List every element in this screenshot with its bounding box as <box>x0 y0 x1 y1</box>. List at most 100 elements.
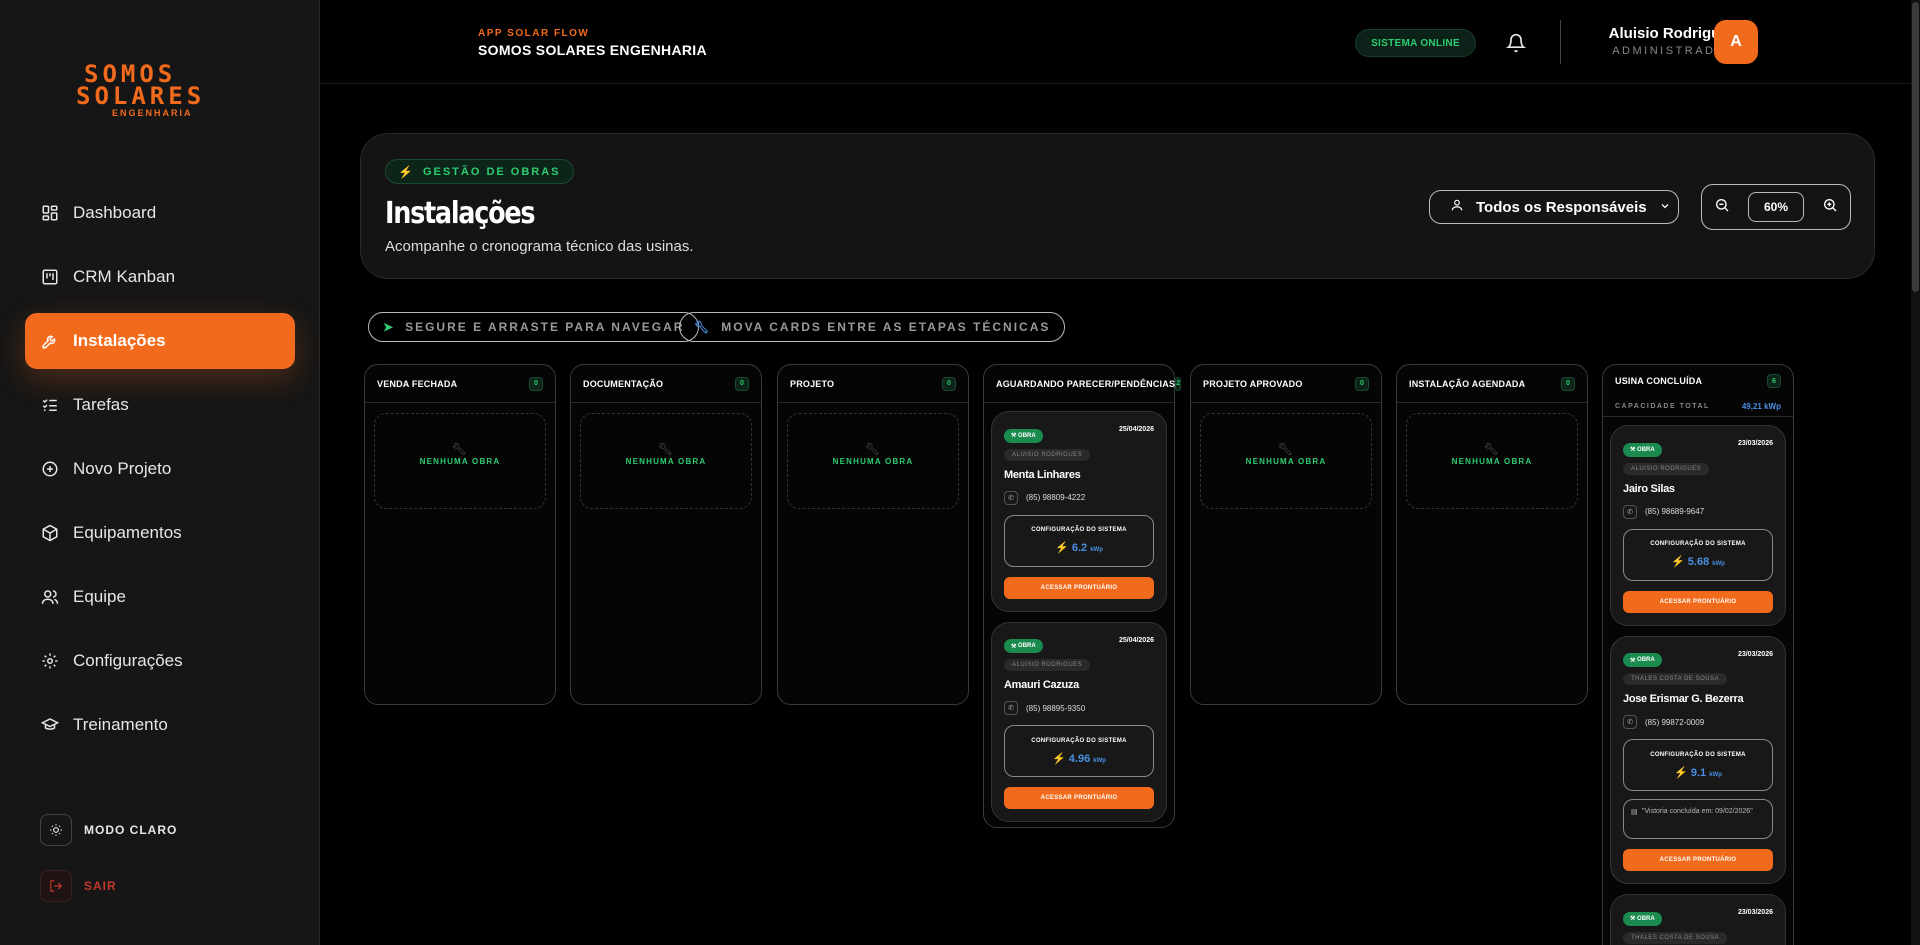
sidebar-item-novo-projeto[interactable]: Novo Projeto <box>25 441 295 497</box>
power-unit: kWp <box>1709 771 1722 778</box>
zoom-in-icon[interactable] <box>1822 197 1838 218</box>
responsible-filter-value: Todos os Responsáveis <box>1476 198 1647 216</box>
page-scrollbar[interactable] <box>1911 0 1920 945</box>
theme-toggle-button[interactable]: MODO CLARO <box>40 814 177 846</box>
power-unit: kWp <box>1093 757 1106 764</box>
system-power: ⚡ 5.68 kWp <box>1671 556 1725 568</box>
card-date: 23/03/2026 <box>1737 909 1773 916</box>
zoom-out-icon[interactable] <box>1714 197 1730 218</box>
phone-number: (85) 98689-9647 <box>1645 507 1705 516</box>
column-header: DOCUMENTAÇÃO 0 <box>571 365 761 403</box>
obra-tag-label: OBRA <box>1637 446 1655 453</box>
empty-state: 🔧︎ NENHUMA OBRA <box>374 413 546 509</box>
column-count: 0 <box>1355 376 1369 391</box>
kanban-column-aguardando[interactable]: AGUARDANDO PARECER/PENDÊNCIAS 2 ⚒ OBRA 2… <box>983 364 1182 828</box>
wrench-icon <box>41 332 59 350</box>
move-hint-label: MOVA CARDS ENTRE AS ETAPAS TÉCNICAS <box>721 320 1051 334</box>
system-config-box: CONFIGURAÇÃO DO SISTEMA ⚡ 5.68 kWp <box>1623 528 1773 581</box>
scrollbar-thumb[interactable] <box>1912 2 1919 292</box>
avatar[interactable]: A <box>1714 20 1758 64</box>
header-divider <box>1560 20 1561 64</box>
plus-circle-icon <box>41 460 59 478</box>
drag-hint-pill: ➤ SEGURE E ARRASTE PARA NAVEGAR <box>368 312 700 342</box>
project-card[interactable]: ⚒ OBRA 23/03/2026 THALES COSTA DE SOUSA <box>1610 894 1786 945</box>
system-config-label: CONFIGURAÇÃO DO SISTEMA <box>1031 737 1127 744</box>
empty-state: 🔧︎ NENHUMA OBRA <box>580 413 752 509</box>
kanban-column-projeto-aprovado[interactable]: PROJETO APROVADO 0 🔧︎ NENHUMA OBRA <box>1190 364 1382 705</box>
client-phone: ✆ (85) 98809-4222 <box>1004 490 1154 505</box>
sidebar: SOMOS SOLARES ENGENHARIA Dashboard CRM K… <box>0 0 320 945</box>
system-config-label: CONFIGURAÇÃO DO SISTEMA <box>1650 751 1746 758</box>
user-icon <box>1450 198 1464 216</box>
client-name: Jairo Silas <box>1623 482 1675 495</box>
column-header: PROJETO APROVADO 0 <box>1191 365 1381 403</box>
phone-number: (85) 98895-9350 <box>1026 703 1086 713</box>
column-title: DOCUMENTAÇÃO <box>583 378 664 389</box>
empty-state: 🔧︎ NENHUMA OBRA <box>787 413 959 509</box>
open-record-button[interactable]: ACESSAR PRONTUÁRIO <box>1004 787 1154 809</box>
obra-tag: ⚒ OBRA <box>1004 639 1043 653</box>
sidebar-item-configuracoes[interactable]: Configurações <box>25 633 295 689</box>
kanban-column-instalacao-agendada[interactable]: INSTALAÇÃO AGENDADA 0 🔧︎ NENHUMA OBRA <box>1396 364 1588 705</box>
open-record-button[interactable]: ACESSAR PRONTUÁRIO <box>1623 849 1773 871</box>
sidebar-item-equipamentos[interactable]: Equipamentos <box>25 505 295 561</box>
obra-tag-label: OBRA <box>1018 432 1036 439</box>
phone-icon: ✆ <box>1004 490 1018 505</box>
sidebar-item-tarefas[interactable]: Tarefas <box>25 377 295 433</box>
column-header: USINA CONCLUÍDA 6 <box>1603 365 1793 397</box>
power-value: 9.1 <box>1690 766 1707 779</box>
wrench-icon: 🔧︎ <box>864 442 882 456</box>
sun-icon <box>40 814 72 846</box>
responsible-filter-select[interactable]: Todos os Responsáveis <box>1429 190 1679 224</box>
app-root: SOMOS SOLARES ENGENHARIA Dashboard CRM K… <box>0 0 1920 945</box>
client-phone: ✆ (85) 98689-9647 <box>1623 504 1773 519</box>
company-logo[interactable]: SOMOS SOLARES ENGENHARIA <box>76 62 244 118</box>
column-header: AGUARDANDO PARECER/PENDÊNCIAS 2 <box>984 365 1182 403</box>
client-phone: ✆ (85) 99872-0009 <box>1623 715 1773 729</box>
sidebar-item-dashboard[interactable]: Dashboard <box>25 185 295 241</box>
wrench-icon: 🔧︎ <box>1277 442 1295 456</box>
column-title: INSTALAÇÃO AGENDADA <box>1409 378 1526 389</box>
column-count: 2 <box>1175 376 1182 391</box>
app-subtitle: APP SOLAR FLOW <box>478 28 590 39</box>
sidebar-item-label: Treinamento <box>73 715 168 734</box>
sidebar-item-instalacoes[interactable]: Instalações <box>25 313 295 369</box>
move-hint-pill: 🔧︎ MOVA CARDS ENTRE AS ETAPAS TÉCNICAS <box>679 312 1066 342</box>
sidebar-item-crm-kanban[interactable]: CRM Kanban <box>25 249 295 305</box>
power-unit: kWp <box>1090 547 1103 553</box>
card-date: 23/03/2026 <box>1737 440 1773 447</box>
column-count: 0 <box>735 376 749 391</box>
power-value: 5.68 <box>1687 556 1710 568</box>
zoom-control: 60% <box>1701 184 1851 230</box>
sidebar-item-treinamento[interactable]: Treinamento <box>25 697 295 753</box>
phone-number: (85) 99872-0009 <box>1645 717 1705 727</box>
project-card[interactable]: ⚒ OBRA 25/04/2026 ALUISIO RODRIGUES Ment… <box>991 411 1167 612</box>
logout-icon <box>40 870 72 902</box>
bell-icon[interactable] <box>1505 32 1527 54</box>
empty-label: NENHUMA OBRA <box>419 456 501 466</box>
sidebar-item-label: Equipamentos <box>73 523 182 542</box>
sidebar-item-equipe[interactable]: Equipe <box>25 569 295 625</box>
inspection-note-text: "Vistoria concluída em: 09/02/2026" <box>1642 808 1753 815</box>
users-icon <box>41 588 59 606</box>
kanban-column-usina-concluida[interactable]: USINA CONCLUÍDA 6 CAPACIDADE TOTAL 49,21… <box>1602 364 1794 945</box>
bolt-icon: ⚡ <box>398 164 415 179</box>
kanban-column-venda-fechada[interactable]: VENDA FECHADA 0 🔧︎ NENHUMA OBRA <box>364 364 556 705</box>
system-config-box: CONFIGURAÇÃO DO SISTEMA ⚡ 9.1 kWp <box>1623 739 1773 791</box>
phone-icon: ✆ <box>1623 715 1637 729</box>
sidebar-item-label: Novo Projeto <box>73 459 172 478</box>
logout-button[interactable]: SAIR <box>40 870 117 902</box>
project-card[interactable]: ⚒ OBRA 25/04/2026 ALUISIO RODRIGUES Amau… <box>991 621 1167 822</box>
sidebar-item-label: Equipe <box>73 587 126 606</box>
kanban-column-projeto[interactable]: PROJETO 0 🔧︎ NENHUMA OBRA <box>777 364 969 705</box>
open-record-button[interactable]: ACESSAR PRONTUÁRIO <box>1623 590 1773 613</box>
page-header-card: ⚡ GESTÃO DE OBRAS Instalações Acompanhe … <box>360 133 1875 279</box>
sidebar-nav: Dashboard CRM Kanban Instalações Tarefas… <box>25 185 295 761</box>
column-count: 0 <box>942 376 956 391</box>
kanban-column-documentacao[interactable]: DOCUMENTAÇÃO 0 🔧︎ NENHUMA OBRA <box>570 364 762 705</box>
open-record-button[interactable]: ACESSAR PRONTUÁRIO <box>1004 576 1154 599</box>
project-card[interactable]: ⚒ OBRA 23/03/2026 ALUISIO RODRIGUES Jair… <box>1610 425 1786 626</box>
phone-number: (85) 98809-4222 <box>1026 493 1086 502</box>
power-unit: kWp <box>1712 561 1725 567</box>
project-card[interactable]: ⚒ OBRA 23/03/2026 THALES COSTA DE SOUSA … <box>1610 635 1786 884</box>
